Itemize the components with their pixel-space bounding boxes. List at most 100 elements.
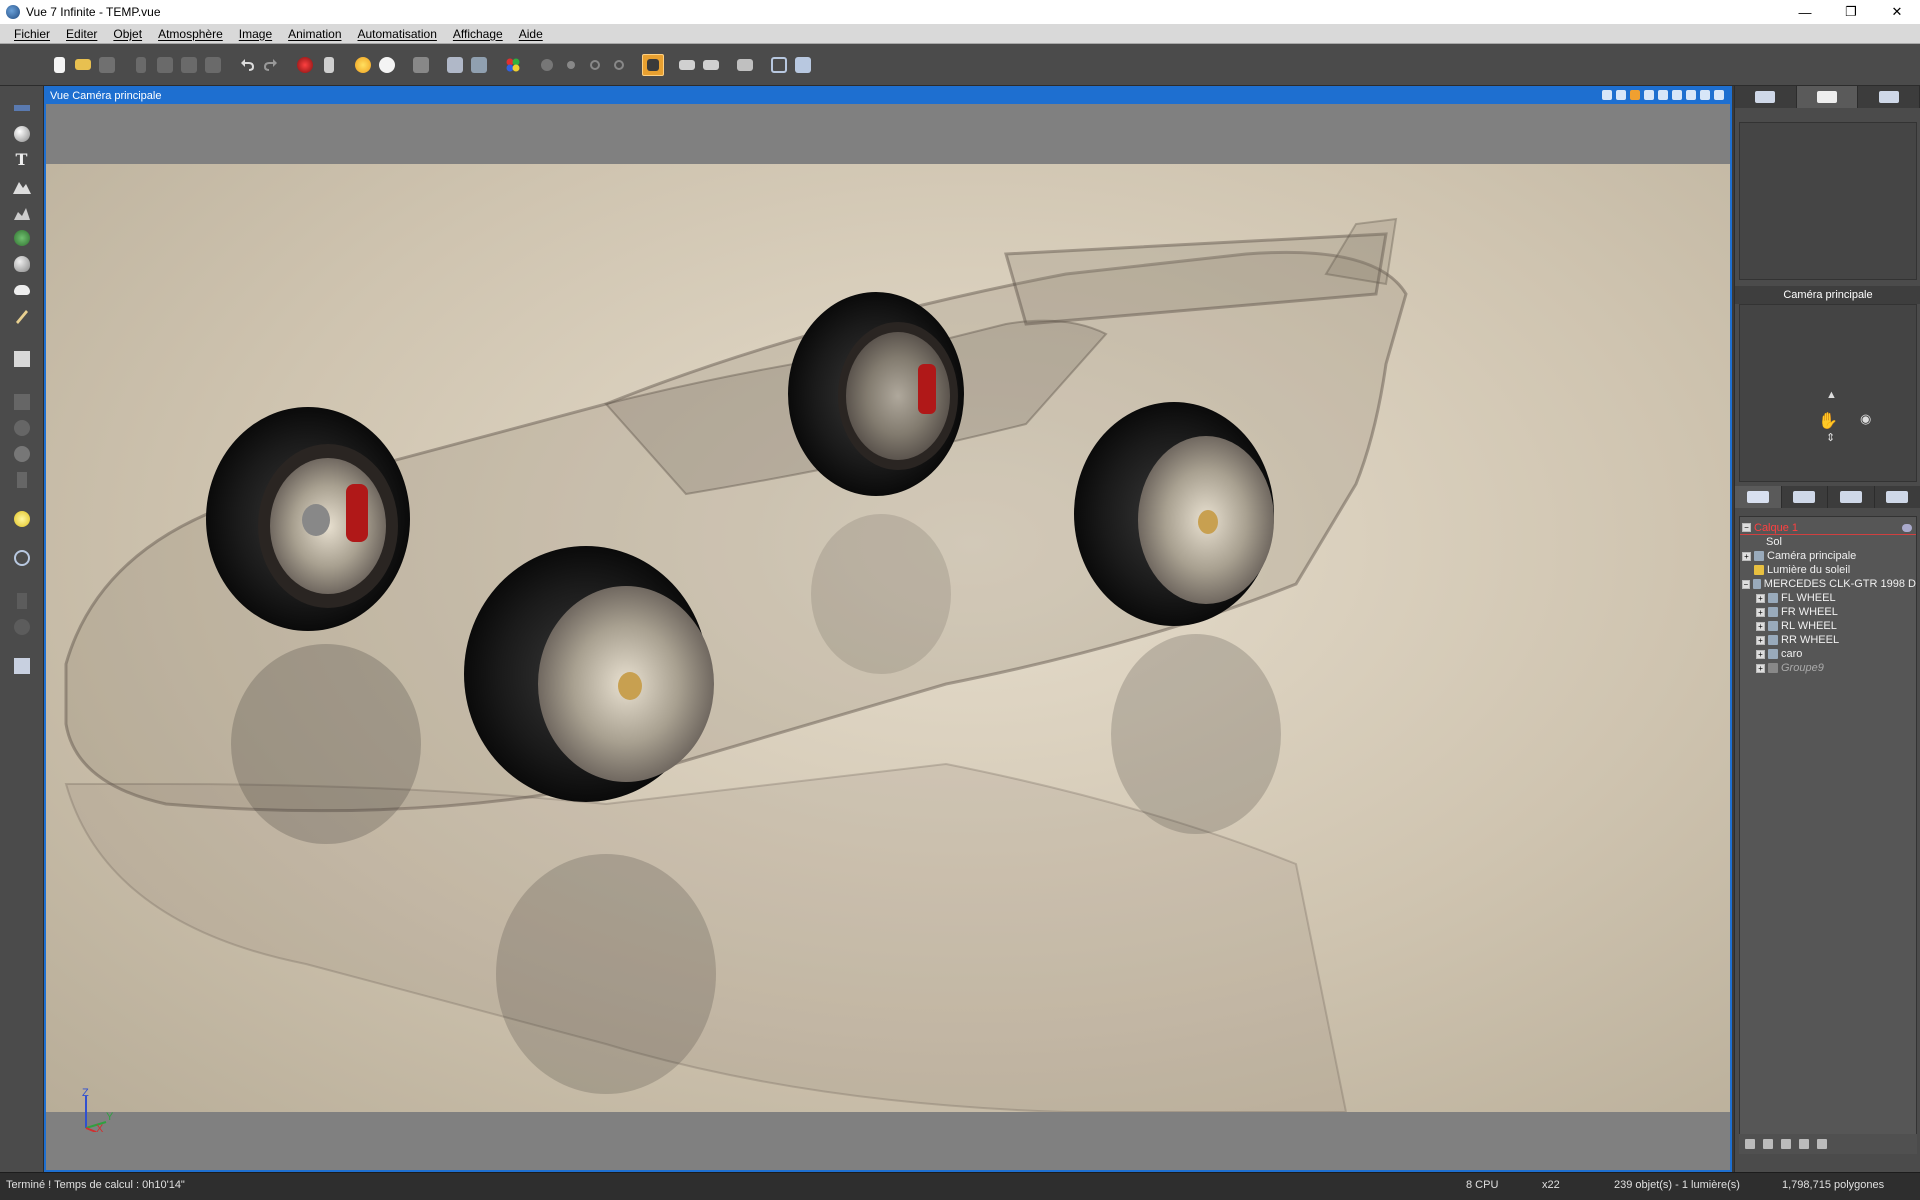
- zoom-out-icon[interactable]: [1672, 90, 1682, 100]
- tree-item-fr-wheel[interactable]: + FR WHEEL: [1740, 605, 1916, 619]
- lock-icon[interactable]: [1817, 1139, 1827, 1149]
- grid-icon[interactable]: [768, 54, 790, 76]
- objects-tab[interactable]: [1735, 486, 1782, 508]
- expand-toggle[interactable]: +: [1756, 635, 1765, 645]
- expand-toggle[interactable]: +: [1756, 621, 1765, 631]
- tree-item-groupe9[interactable]: + Groupe9: [1740, 661, 1916, 675]
- hand-icon[interactable]: ✋: [1818, 411, 1838, 431]
- main-camera-viewport[interactable]: Vue Caméra principale Z Y X: [44, 86, 1732, 1172]
- restore-icon[interactable]: ❐: [1828, 0, 1874, 24]
- cube-icon[interactable]: [410, 54, 432, 76]
- expand-toggle[interactable]: +: [1756, 649, 1765, 659]
- eye-icon[interactable]: ◉: [1860, 411, 1871, 427]
- ungroup-icon[interactable]: [1799, 1139, 1809, 1149]
- terrain-icon[interactable]: [11, 176, 33, 195]
- menu-image[interactable]: Image: [231, 27, 280, 41]
- paste-icon[interactable]: [178, 54, 200, 76]
- atmosphere-icon[interactable]: [352, 54, 374, 76]
- material-icon[interactable]: [294, 54, 316, 76]
- menu-animation[interactable]: Animation: [280, 27, 349, 41]
- sphere-dark-icon[interactable]: [11, 617, 33, 636]
- tree-item-mercedes[interactable]: − MERCEDES CLK-GTR 1998 D: [1740, 577, 1916, 591]
- menu-atmosphere[interactable]: Atmosphère: [150, 27, 231, 41]
- menu-automatisation[interactable]: Automatisation: [350, 27, 445, 41]
- menu-editer[interactable]: Editer: [58, 27, 105, 41]
- expand-toggle[interactable]: −: [1742, 579, 1750, 589]
- boolean-diff-icon[interactable]: [11, 418, 33, 437]
- tilt-icon[interactable]: ▲: [1826, 389, 1837, 401]
- cylinder-icon[interactable]: [11, 470, 33, 489]
- link-icon[interactable]: [318, 54, 340, 76]
- tree-item-sol[interactable]: Sol: [1740, 535, 1916, 549]
- redo-icon[interactable]: [260, 54, 282, 76]
- tree-item-camera[interactable]: + Caméra principale: [1740, 549, 1916, 563]
- materials-tab[interactable]: [1782, 486, 1828, 508]
- tree-item-rl-wheel[interactable]: + RL WHEEL: [1740, 619, 1916, 633]
- new-file-icon[interactable]: [48, 54, 70, 76]
- select-icon[interactable]: [11, 98, 33, 117]
- expand-toggle[interactable]: −: [1742, 523, 1751, 532]
- lock-icon[interactable]: [1616, 90, 1626, 100]
- stone-icon[interactable]: [11, 254, 33, 273]
- rocks-icon[interactable]: [11, 202, 33, 221]
- save-icon[interactable]: [96, 54, 118, 76]
- render-area-icon[interactable]: [642, 53, 664, 76]
- cube-icon[interactable]: [11, 349, 33, 368]
- ecosystem-icon[interactable]: [468, 54, 490, 76]
- maximize-icon[interactable]: [1714, 90, 1724, 100]
- zoom-icon[interactable]: [1658, 90, 1668, 100]
- scene-tree[interactable]: − Calque 1 Sol + Caméra principale Lumiè…: [1739, 516, 1917, 1136]
- cut-icon[interactable]: [130, 54, 152, 76]
- text-icon[interactable]: T: [11, 150, 33, 169]
- dot-icon[interactable]: [560, 54, 582, 76]
- menu-affichage[interactable]: Affichage: [445, 27, 511, 41]
- fit-icon[interactable]: [1700, 90, 1710, 100]
- zoom-in-icon[interactable]: [584, 54, 606, 76]
- boolean-union-icon[interactable]: [11, 392, 33, 411]
- metablob-icon[interactable]: [11, 444, 33, 463]
- expand-toggle[interactable]: +: [1756, 663, 1765, 673]
- tree-item-sun[interactable]: Lumière du soleil: [1740, 563, 1916, 577]
- menu-fichier[interactable]: Fichier: [6, 27, 58, 41]
- scene-tab[interactable]: [1796, 86, 1859, 108]
- active-orange-icon[interactable]: [1630, 90, 1640, 100]
- clapper-icon[interactable]: [734, 54, 756, 76]
- clouds-icon[interactable]: [376, 54, 398, 76]
- links-tab[interactable]: [1875, 486, 1920, 508]
- pan-icon[interactable]: [1686, 90, 1696, 100]
- move-vertical-icon[interactable]: ⇕: [1826, 431, 1835, 444]
- new-layer-icon[interactable]: [1745, 1139, 1755, 1149]
- dot-icon[interactable]: [1644, 90, 1654, 100]
- menu-objet[interactable]: Objet: [105, 27, 150, 41]
- library-tab[interactable]: [1828, 486, 1875, 508]
- camera-mode-icon[interactable]: [1602, 90, 1612, 100]
- expand-toggle[interactable]: +: [1742, 551, 1751, 561]
- tree-layer[interactable]: − Calque 1: [1740, 521, 1916, 535]
- camera-tab[interactable]: [1858, 86, 1920, 108]
- menu-aide[interactable]: Aide: [511, 27, 551, 41]
- object-tab[interactable]: [1735, 86, 1797, 108]
- close-icon[interactable]: ✕: [1874, 0, 1920, 24]
- light-icon[interactable]: [11, 509, 33, 528]
- tree-item-caro[interactable]: + caro: [1740, 647, 1916, 661]
- cloud-icon[interactable]: [11, 280, 33, 299]
- zoom-out-icon[interactable]: [608, 54, 630, 76]
- export-icon[interactable]: [11, 656, 33, 675]
- transform-icon[interactable]: [11, 548, 33, 567]
- expand-toggle[interactable]: +: [1756, 593, 1765, 603]
- copy-icon[interactable]: [154, 54, 176, 76]
- sphere-gray-icon[interactable]: [536, 54, 558, 76]
- group-icon[interactable]: [1781, 1139, 1791, 1149]
- pen-icon[interactable]: [11, 306, 33, 325]
- delete-icon[interactable]: [1763, 1139, 1773, 1149]
- eye-icon[interactable]: [1902, 523, 1912, 532]
- camera-icon[interactable]: [792, 54, 814, 76]
- expand-toggle[interactable]: +: [1756, 607, 1765, 617]
- minimize-icon[interactable]: —: [1782, 0, 1828, 24]
- plant-icon[interactable]: [11, 228, 33, 247]
- tree-item-fl-wheel[interactable]: + FL WHEEL: [1740, 591, 1916, 605]
- open-file-icon[interactable]: [72, 54, 94, 76]
- color-palette-icon[interactable]: [502, 54, 524, 76]
- duplicate-icon[interactable]: [202, 54, 224, 76]
- undo-icon[interactable]: [236, 54, 258, 76]
